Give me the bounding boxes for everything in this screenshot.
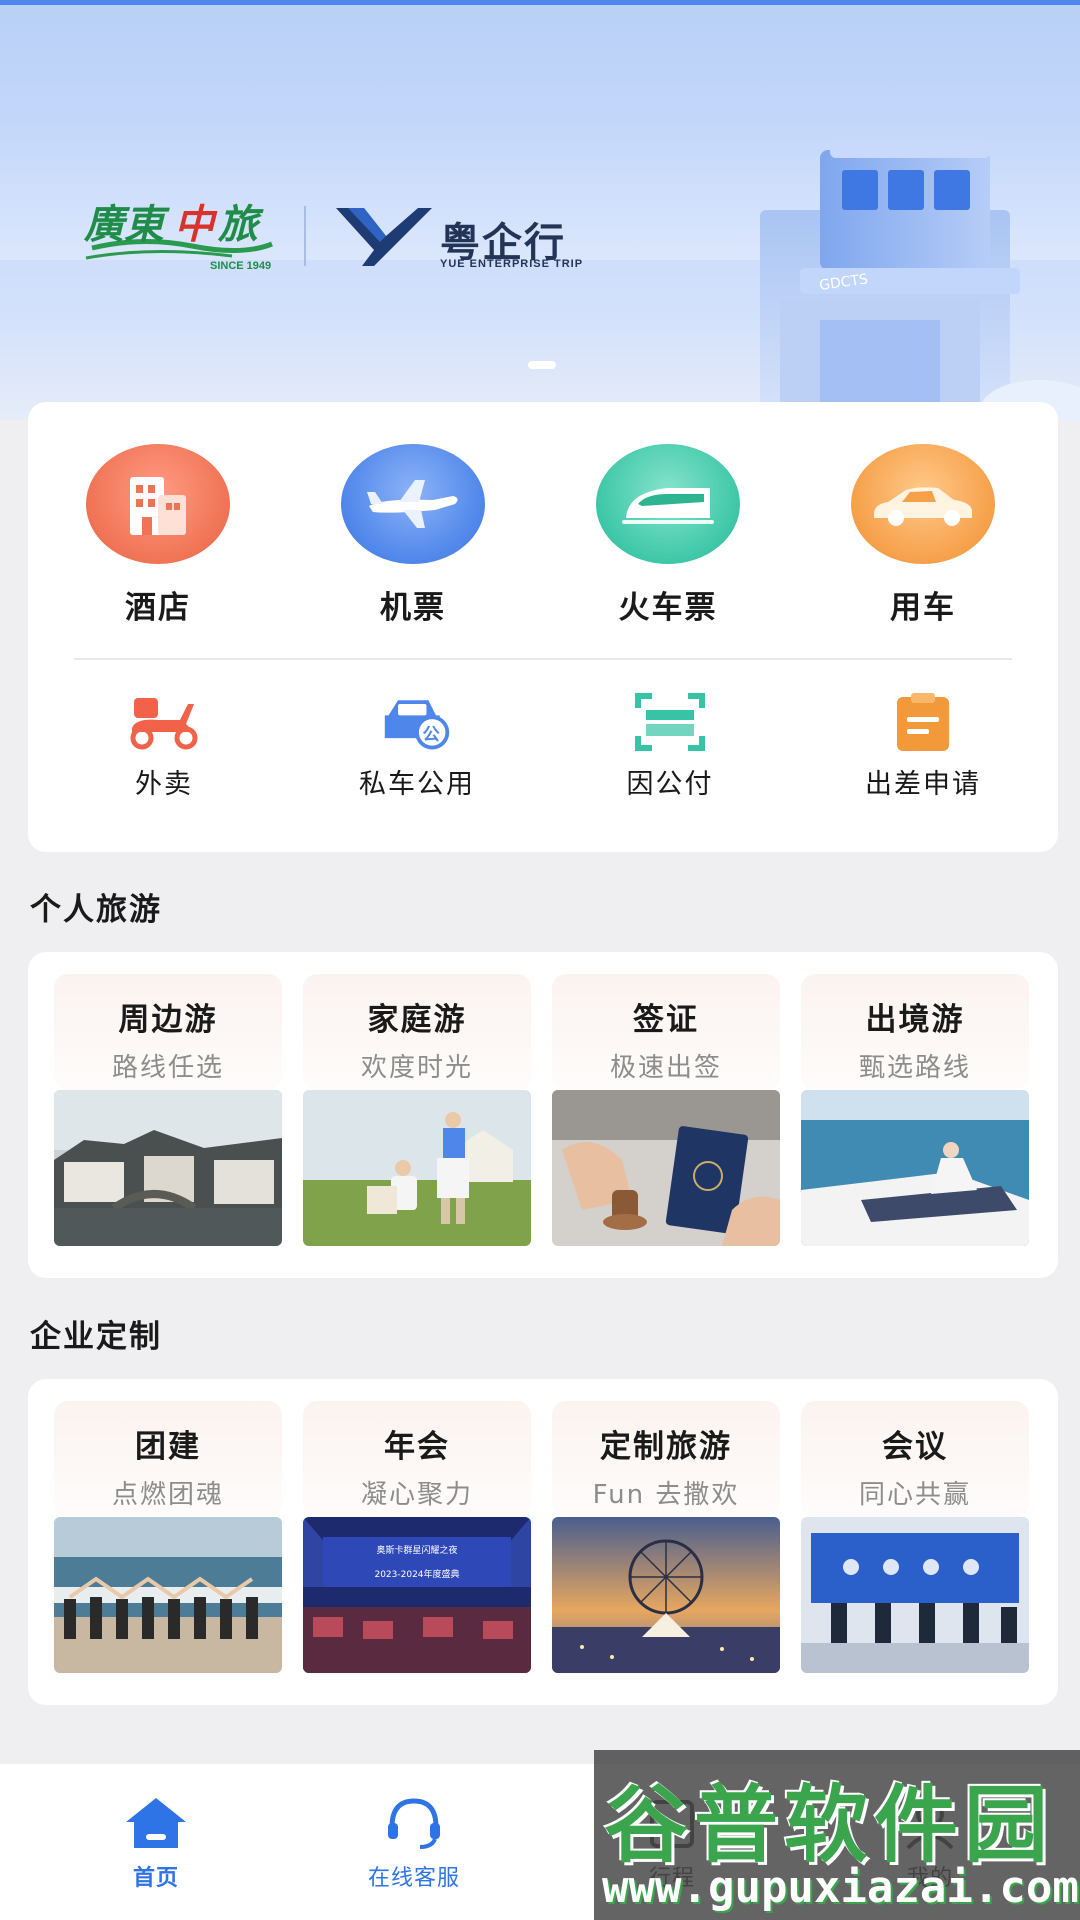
svg-text:公: 公 (423, 725, 440, 745)
tile-title: 年会 (384, 1429, 450, 1465)
yue-enterprise-logo: 粤企行 YUE ENTERPRISE TRIP (334, 202, 594, 282)
water-town-photo (54, 1090, 282, 1246)
tile-subtitle: 点燃团魂 (111, 1480, 224, 1510)
watermark-url: www.gupuxiazai.com (602, 1862, 1079, 1913)
tile-subtitle: 凝心聚力 (360, 1480, 473, 1510)
gdcts-logo: 廣東 中 旅 SINCE 1949 (82, 196, 282, 276)
yue-logo-mark-icon (336, 208, 432, 266)
nav-label: 首页 (132, 1866, 179, 1891)
private-car-icon: 公 (381, 692, 453, 752)
conference-photo (801, 1517, 1029, 1673)
annual-meeting-photo: 奥斯卡群星闪耀之夜 2023-2024年度盛典 (303, 1517, 531, 1673)
family-photo (303, 1090, 531, 1246)
watermark: 谷普软件园 www.gupuxiazai.com (594, 1750, 1080, 1920)
tile-family-tour[interactable]: 家庭游 欢度时光 (303, 974, 531, 1262)
yacht-photo (801, 1090, 1029, 1246)
tile-team-building[interactable]: 团建 点燃团魂 (54, 1401, 282, 1689)
service-scan-pay[interactable]: 因公付 (560, 692, 780, 822)
home-icon (121, 1792, 191, 1854)
tile-subtitle: Fun 去撒欢 (592, 1480, 740, 1510)
svg-text:旅: 旅 (217, 201, 264, 248)
tile-annual-meeting[interactable]: 年会 凝心聚力 奥斯卡群星闪耀之夜 2023-2024年度盛典 (303, 1401, 531, 1689)
service-label: 因公付 (626, 769, 714, 800)
tile-title: 出境游 (865, 1002, 965, 1038)
section-title-enterprise: 企业定制 (30, 1319, 162, 1355)
tile-title: 会议 (882, 1429, 948, 1465)
service-label: 出差申请 (865, 769, 981, 800)
scan-pay-icon (634, 692, 706, 752)
service-label: 火车票 (618, 590, 718, 626)
enterprise-card: 团建 点燃团魂 年会 凝心聚力 奥斯卡群星闪耀之夜 2023-2024年度盛典 … (28, 1379, 1058, 1705)
service-takeout[interactable]: 外卖 (54, 692, 274, 822)
service-label: 外卖 (135, 769, 193, 800)
divider (74, 658, 1012, 660)
headset-icon (379, 1792, 449, 1854)
tile-title: 家庭游 (367, 1002, 467, 1038)
since-label: SINCE 1949 (210, 260, 272, 272)
tile-title: 定制旅游 (600, 1429, 732, 1465)
nav-customer-service[interactable]: 在线客服 (314, 1792, 514, 1902)
tile-outbound-tour[interactable]: 出境游 甄选路线 (801, 974, 1029, 1262)
service-trip-request[interactable]: 出差申请 (813, 692, 1033, 822)
tile-subtitle: 同心共赢 (858, 1480, 971, 1510)
tile-subtitle: 极速出签 (609, 1053, 722, 1083)
car-icon (851, 444, 995, 564)
service-train[interactable]: 火车票 (568, 444, 768, 644)
nav-home[interactable]: 首页 (56, 1792, 256, 1902)
service-label: 用车 (890, 590, 956, 626)
hotel-icon (86, 444, 230, 564)
svg-text:2023-2024年度盛典: 2023-2024年度盛典 (374, 1568, 459, 1580)
service-label: 机票 (380, 590, 446, 626)
building-illustration: GDCTS (740, 140, 1080, 420)
tile-conference[interactable]: 会议 同心共赢 (801, 1401, 1029, 1689)
service-car[interactable]: 用车 (823, 444, 1023, 644)
svg-text:廣東: 廣東 (83, 201, 170, 248)
tile-title: 签证 (633, 1002, 699, 1038)
personal-travel-card: 周边游 路线任选 家庭游 欢度时光 签证 极速出签 出境游 甄选路线 (28, 952, 1058, 1278)
tile-visa[interactable]: 签证 极速出签 (552, 974, 780, 1262)
service-private-car[interactable]: 公 私车公用 (307, 692, 527, 822)
clipboard-icon (887, 692, 959, 752)
tile-subtitle: 欢度时光 (360, 1053, 473, 1083)
visa-stamp-photo (552, 1090, 780, 1246)
beach-team-photo (54, 1517, 282, 1673)
tile-nearby-tour[interactable]: 周边游 路线任选 (54, 974, 282, 1262)
tile-title: 团建 (135, 1429, 201, 1465)
ferris-wheel-photo (552, 1517, 780, 1673)
watermark-name: 谷普软件园 (604, 1776, 1055, 1874)
nav-label: 在线客服 (367, 1866, 460, 1891)
scooter-icon (128, 692, 200, 752)
services-card: 酒店 机票 火车票 用车 外卖 公 私车公用 因公付 出差申请 (28, 402, 1058, 852)
tile-title: 周边游 (118, 1002, 218, 1038)
hero-banner[interactable]: 廣東 中 旅 SINCE 1949 粤企行 YUE ENTERPRISE TRI… (0, 0, 1080, 420)
service-hotel[interactable]: 酒店 (58, 444, 258, 644)
top-accent-line (0, 0, 1080, 5)
svg-text:奥斯卡群星闪耀之夜: 奥斯卡群星闪耀之夜 (376, 1544, 457, 1556)
service-flight[interactable]: 机票 (313, 444, 513, 644)
tile-subtitle: 路线任选 (111, 1053, 224, 1083)
airplane-icon (341, 444, 485, 564)
carousel-indicator[interactable] (528, 361, 556, 369)
service-label: 私车公用 (359, 769, 475, 800)
section-title-personal: 个人旅游 (30, 892, 162, 928)
service-label: 酒店 (125, 590, 191, 626)
tile-custom-tour[interactable]: 定制旅游 Fun 去撒欢 (552, 1401, 780, 1689)
train-icon (596, 444, 740, 564)
tile-subtitle: 甄选路线 (858, 1053, 971, 1083)
svg-text:中: 中 (174, 201, 218, 248)
yue-logo-subtitle: YUE ENTERPRISE TRIP (440, 258, 584, 270)
